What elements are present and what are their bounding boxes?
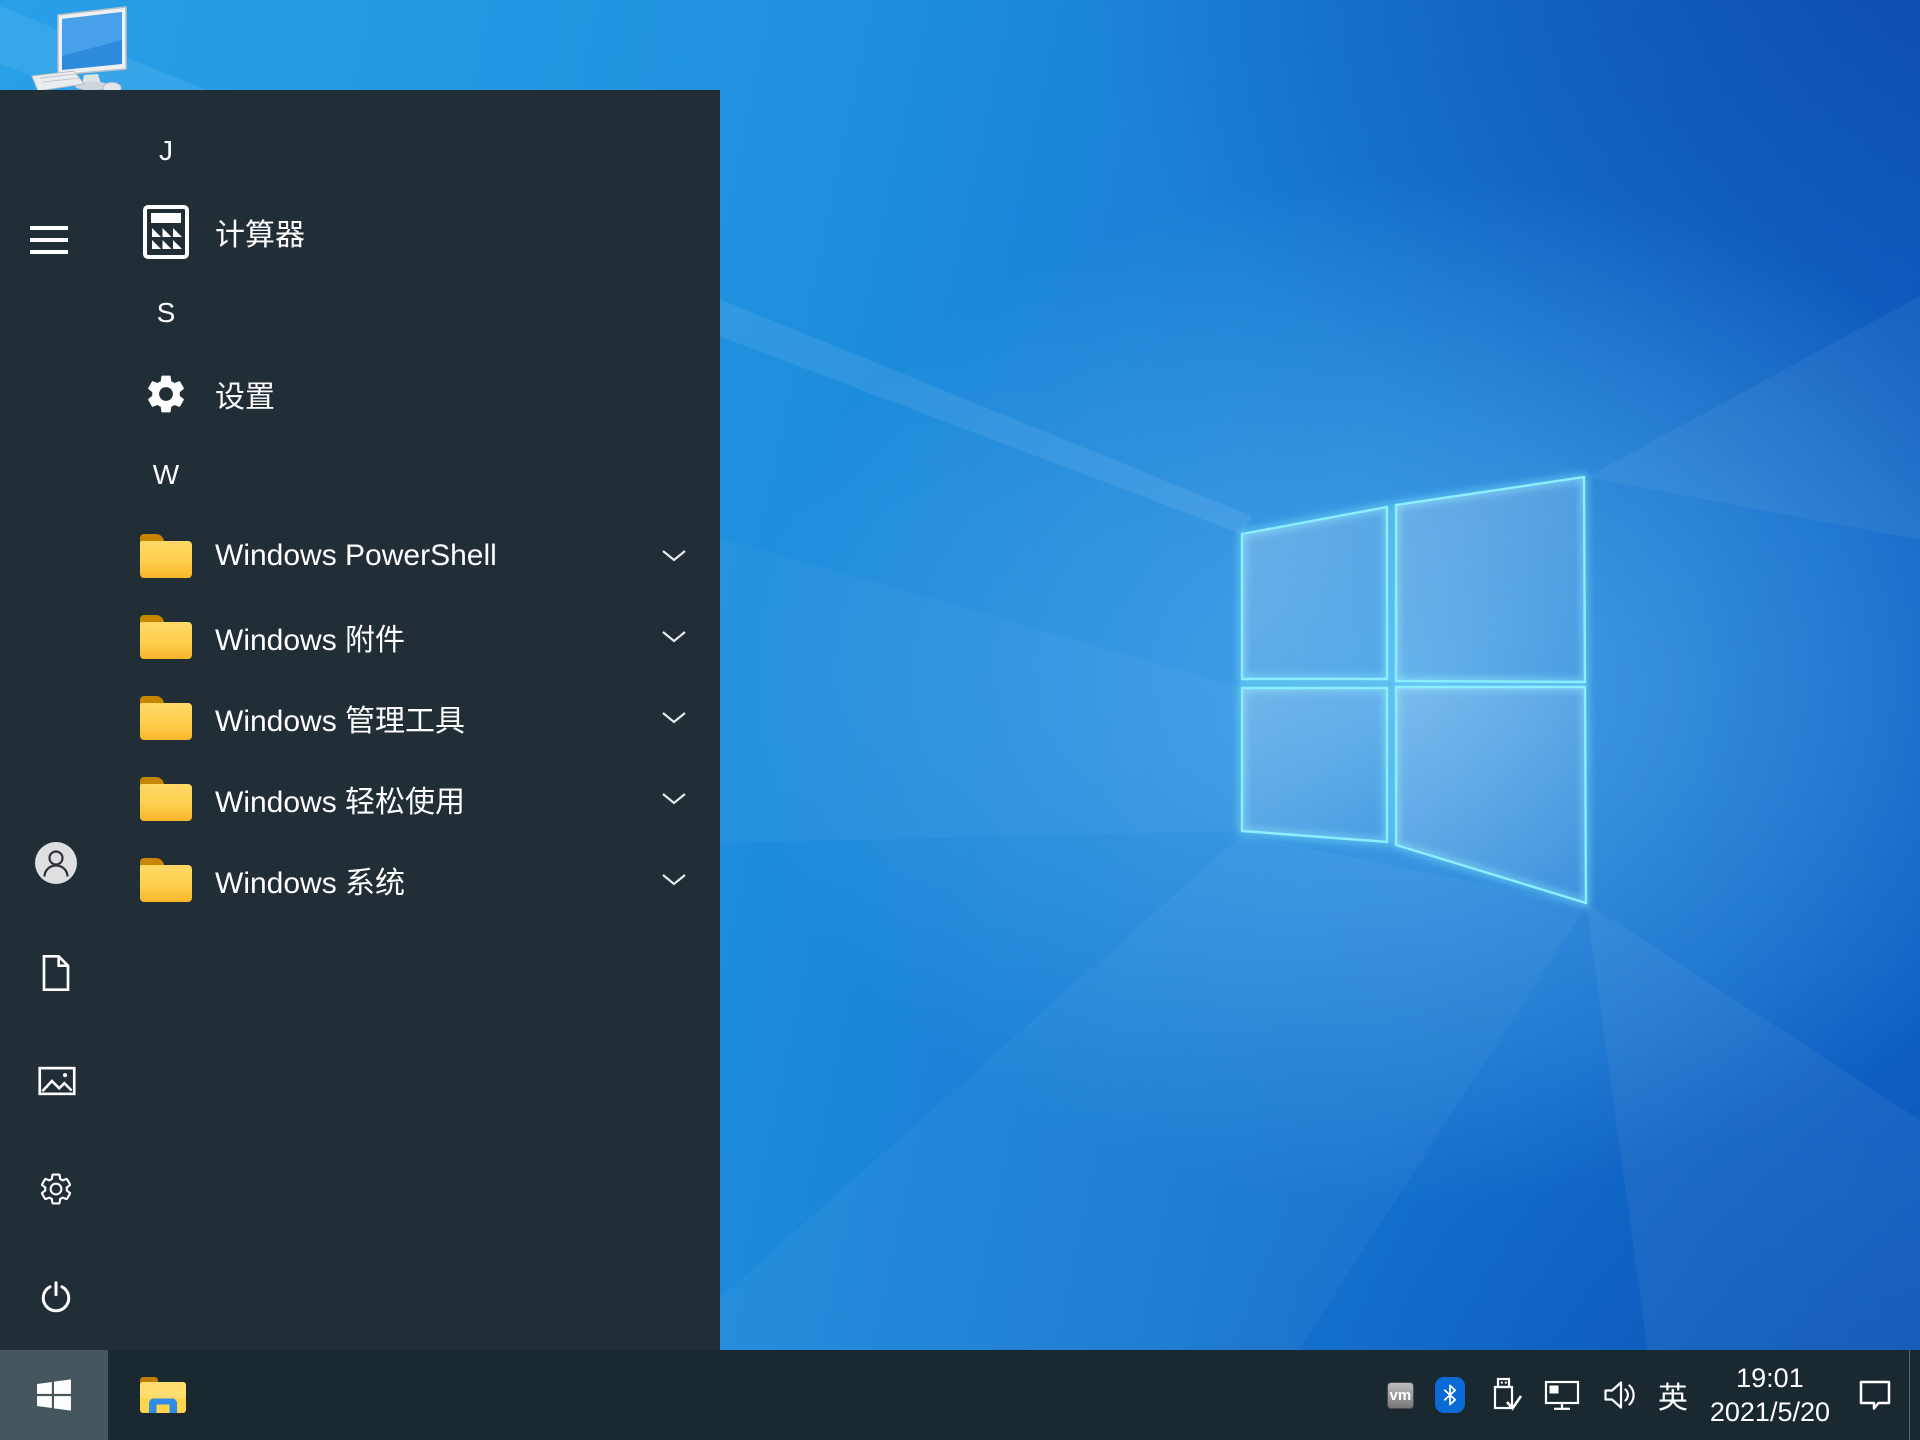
bluetooth-icon	[1443, 1384, 1456, 1406]
documents-button[interactable]	[38, 954, 74, 992]
folder-item-windows-system[interactable]: Windows 系统	[0, 839, 720, 920]
app-label: 设置	[215, 380, 275, 414]
ime-language-indicator[interactable]: 英	[1658, 1373, 1688, 1417]
calculator-icon	[140, 204, 192, 259]
document-icon	[42, 955, 70, 991]
clock-time: 19:01	[1736, 1363, 1804, 1393]
folder-item-windows-accessories[interactable]: Windows 附件	[0, 596, 720, 677]
taskbar: vm 英 19:01 2021/5/20	[0, 1350, 1920, 1440]
system-tray: vm 英 19:01 2021/5/20	[1386, 1350, 1894, 1440]
folder-icon	[140, 691, 192, 745]
file-explorer-button[interactable]	[132, 1350, 194, 1440]
chevron-down-icon[interactable]	[661, 630, 687, 644]
settings-button[interactable]	[38, 1171, 74, 1207]
start-button[interactable]	[0, 1350, 108, 1440]
network-icon	[1544, 1380, 1579, 1410]
windows-logo-icon	[37, 1379, 71, 1411]
screen: J 计算器 S 设置 W Windows PowerShell Windows …	[0, 0, 1920, 1440]
wallpaper-windows-logo	[1240, 475, 1588, 905]
app-label: 计算器	[215, 218, 305, 252]
vmware-tools-tray-icon[interactable]: vm	[1386, 1381, 1414, 1409]
chevron-down-icon[interactable]	[661, 549, 687, 563]
user-account-button[interactable]	[34, 841, 78, 885]
folder-label: Windows 轻松使用	[215, 785, 466, 819]
section-header-J[interactable]: J	[0, 110, 720, 191]
folder-icon	[140, 610, 192, 664]
folder-icon	[140, 772, 192, 826]
folder-label: Windows 系统	[215, 866, 406, 900]
show-desktop-button[interactable]	[1909, 1350, 1920, 1440]
action-center-icon	[1859, 1380, 1891, 1410]
folder-item-windows-ease-of-access[interactable]: Windows 轻松使用	[0, 758, 720, 839]
app-item-calculator[interactable]: 计算器	[0, 191, 720, 272]
volume-tray-icon[interactable]	[1602, 1378, 1638, 1412]
vmware-label: vm	[1389, 1386, 1412, 1404]
gear-outline-icon	[40, 1173, 72, 1205]
folder-label: Windows 附件	[215, 623, 406, 657]
user-avatar-icon	[35, 842, 77, 884]
chevron-down-icon[interactable]	[661, 711, 687, 725]
pictures-button[interactable]	[38, 1065, 76, 1097]
section-letter: S	[156, 296, 176, 328]
speaker-icon	[1604, 1381, 1635, 1409]
section-header-W[interactable]: W	[0, 434, 720, 515]
start-menu-app-list: J 计算器 S 设置 W Windows PowerShell Windows …	[0, 110, 720, 920]
section-letter: W	[152, 458, 180, 490]
network-tray-icon[interactable]	[1543, 1378, 1581, 1412]
this-pc-desktop-icon[interactable]	[26, 4, 142, 100]
folder-label: Windows PowerShell	[215, 538, 497, 572]
pictures-icon	[38, 1066, 76, 1096]
bluetooth-tray-icon[interactable]	[1434, 1377, 1465, 1413]
taskbar-clock[interactable]: 19:01 2021/5/20	[1710, 1361, 1830, 1429]
app-item-settings[interactable]: 设置	[0, 353, 720, 434]
start-menu-panel: J 计算器 S 设置 W Windows PowerShell Windows …	[0, 90, 720, 1350]
usb-device-icon	[1493, 1377, 1522, 1411]
computer-monitor-icon	[31, 6, 127, 94]
usb-safely-remove-tray-icon[interactable]	[1486, 1375, 1522, 1415]
section-letter: J	[159, 134, 173, 166]
file-explorer-icon	[140, 1377, 186, 1413]
power-icon	[41, 1281, 71, 1313]
chevron-down-icon[interactable]	[661, 792, 687, 806]
section-header-S[interactable]: S	[0, 272, 720, 353]
gear-icon	[140, 367, 192, 421]
power-button[interactable]	[38, 1279, 74, 1315]
folder-icon	[140, 529, 192, 583]
folder-item-windows-powershell[interactable]: Windows PowerShell	[0, 515, 720, 596]
action-center-button[interactable]	[1856, 1378, 1894, 1412]
folder-label: Windows 管理工具	[215, 704, 466, 738]
clock-date: 2021/5/20	[1709, 1397, 1830, 1427]
chevron-down-icon[interactable]	[661, 873, 687, 887]
folder-icon	[140, 853, 192, 907]
folder-item-windows-admin-tools[interactable]: Windows 管理工具	[0, 677, 720, 758]
